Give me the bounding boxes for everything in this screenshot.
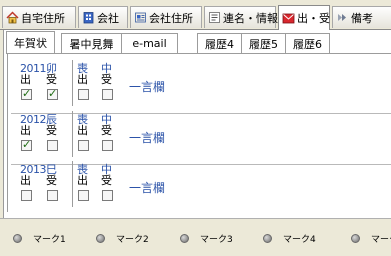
send-checkbox[interactable] xyxy=(21,190,32,201)
mark-bar: マーク1 マーク2 マーク3 マーク4 マーク5 xyxy=(0,218,391,256)
tab-new-year-card[interactable]: 年賀状 xyxy=(6,31,55,54)
company-address-icon xyxy=(135,12,146,23)
tab-company-address[interactable]: 会社住所 xyxy=(130,6,202,28)
tab-summer-greeting[interactable]: 暑中見舞 xyxy=(61,33,122,54)
tab-label: 出・受 xyxy=(297,12,330,25)
mark-radio-icon xyxy=(263,234,272,243)
receive-checkbox[interactable] xyxy=(47,140,58,151)
mark-label: マーク1 xyxy=(33,235,66,245)
mourning-send-label: 出 xyxy=(77,73,88,86)
mourning-send-label: 出 xyxy=(77,174,88,187)
midsummer-receive-label: 受 xyxy=(101,124,112,137)
tab-joint-name-info[interactable]: 連名・情報 xyxy=(204,6,278,28)
send-checkbox[interactable] xyxy=(21,87,32,100)
mark-label: マーク5 xyxy=(371,235,391,245)
row-divider xyxy=(72,111,73,157)
mark-4[interactable]: マーク4 xyxy=(263,232,316,245)
mark-radio-icon xyxy=(180,234,189,243)
mourning-send-checkbox[interactable] xyxy=(78,140,89,151)
mark-radio-icon xyxy=(351,234,360,243)
mark-label: マーク3 xyxy=(200,235,233,245)
tab-history-4[interactable]: 履歴4 xyxy=(197,33,242,54)
mark-radio-icon xyxy=(96,234,105,243)
joint-name-icon xyxy=(209,12,220,23)
send-receive-icon xyxy=(282,13,295,23)
mourning-send-checkbox[interactable] xyxy=(78,89,89,100)
tab-history-6[interactable]: 履歴6 xyxy=(285,33,330,54)
tab-history-5[interactable]: 履歴5 xyxy=(241,33,286,54)
year-row-2011: 2011卯 出 受 喪 出 中 受 一言欄 xyxy=(11,60,391,114)
mark-3[interactable]: マーク3 xyxy=(180,232,233,245)
tab-email[interactable]: e-mail xyxy=(121,33,178,54)
tab-label: 自宅住所 xyxy=(21,11,65,25)
sub-tab-label: 履歴5 xyxy=(249,37,278,51)
receive-label: 受 xyxy=(46,174,57,187)
mark-label: マーク2 xyxy=(116,235,149,245)
midsummer-receive-label: 受 xyxy=(101,174,112,187)
year-row-2012: 2012辰 出 受 喪 出 中 受 一言欄 xyxy=(11,111,391,165)
sub-tab-label: 暑中見舞 xyxy=(69,37,114,51)
tab-send-receive[interactable]: 出・受 xyxy=(278,5,330,30)
sub-tab-label: 履歴4 xyxy=(205,37,234,51)
receive-checkbox[interactable] xyxy=(47,190,58,201)
midsummer-receive-checkbox[interactable] xyxy=(102,190,113,201)
year-row-2013: 2013巳 出 受 喪 出 中 受 一言欄 xyxy=(11,161,391,211)
mourning-send-label: 出 xyxy=(77,124,88,137)
tab-label: 備考 xyxy=(351,11,373,25)
top-tab-bar: 自宅住所 会社 会社住所 連名・情報 出・受 備考 xyxy=(0,0,391,30)
mark-label: マーク4 xyxy=(283,235,316,245)
midsummer-receive-checkbox[interactable] xyxy=(102,89,113,100)
tab-label: 連名・情報 xyxy=(223,11,278,25)
receive-label: 受 xyxy=(46,73,57,86)
send-label: 出 xyxy=(20,124,31,137)
mark-5[interactable]: マーク5 xyxy=(351,232,391,245)
row-divider xyxy=(72,161,73,207)
sub-tab-label: 履歴6 xyxy=(293,37,322,51)
mourning-send-checkbox[interactable] xyxy=(78,190,89,201)
send-label: 出 xyxy=(20,174,31,187)
receive-label: 受 xyxy=(46,124,57,137)
midsummer-receive-label: 受 xyxy=(101,73,112,86)
midsummer-receive-checkbox[interactable] xyxy=(102,140,113,151)
sub-tab-label: e-mail xyxy=(132,37,167,50)
send-label: 出 xyxy=(20,73,31,86)
mark-radio-icon xyxy=(13,234,22,243)
sub-tab-label: 年賀状 xyxy=(14,37,47,50)
tab-company[interactable]: 会社 xyxy=(78,6,128,28)
notes-icon xyxy=(338,14,346,21)
receive-checkbox[interactable] xyxy=(47,87,58,100)
send-checkbox[interactable] xyxy=(21,138,32,151)
memo-link[interactable]: 一言欄 xyxy=(129,179,165,196)
tab-notes[interactable]: 備考 xyxy=(332,6,391,28)
mark-1[interactable]: マーク1 xyxy=(13,232,66,245)
memo-link[interactable]: 一言欄 xyxy=(129,129,165,146)
row-divider xyxy=(72,60,73,106)
tab-label: 会社 xyxy=(97,11,119,25)
tab-home-address[interactable]: 自宅住所 xyxy=(2,6,76,28)
home-icon xyxy=(6,11,19,24)
memo-link[interactable]: 一言欄 xyxy=(129,78,165,95)
tab-label: 会社住所 xyxy=(149,11,193,25)
mark-2[interactable]: マーク2 xyxy=(96,232,149,245)
company-icon xyxy=(83,12,94,24)
